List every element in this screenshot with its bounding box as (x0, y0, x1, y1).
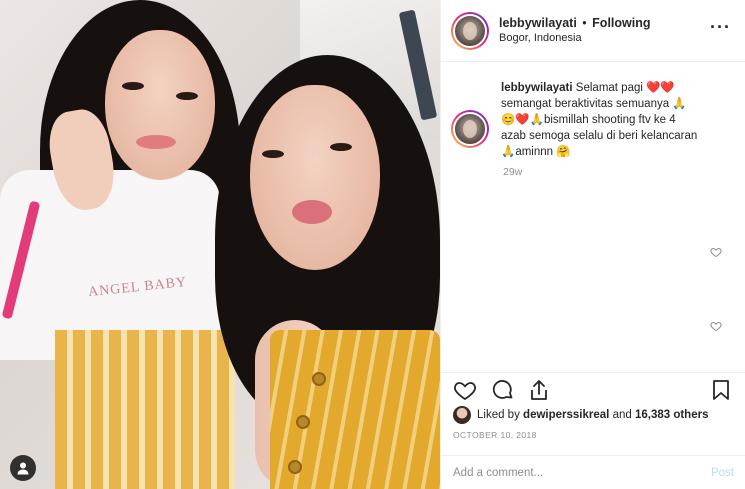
caption-line: Selamat pagi ❤️❤️ (575, 82, 675, 94)
more-horizontal-icon[interactable]: ··· (710, 18, 731, 36)
left-person-smile (136, 135, 176, 149)
likes-count[interactable]: 16,383 others (635, 409, 709, 421)
caption-text: lebbywilayati Selamat pagi ❤️❤️ semangat… (501, 80, 731, 160)
caption-username[interactable]: lebbywilayati (501, 82, 573, 94)
caption-line: 🙏aminnn 🤗 (501, 146, 571, 158)
right-person-eye (330, 143, 352, 151)
header-top-line: lebbywilayati • Following (499, 16, 651, 31)
comment-like-heart-icon[interactable] (710, 246, 722, 258)
right-person-eye (262, 150, 284, 158)
comment-like-heart-icon[interactable] (710, 320, 722, 332)
dress-button (288, 460, 302, 474)
post-comment-button[interactable]: Post (711, 467, 734, 479)
caption-line: semangat beraktivitas semuanya 🙏 (501, 98, 687, 110)
right-person-face (250, 85, 380, 270)
left-person-pants (55, 330, 235, 489)
caption-area: lebbywilayati Selamat pagi ❤️❤️ semangat… (441, 62, 745, 372)
right-person-lips (292, 200, 332, 224)
author-avatar-image (453, 13, 487, 48)
post-location[interactable]: Bogor, Indonesia (499, 31, 651, 46)
post-date[interactable]: OCTOBER 10, 2018 (453, 430, 537, 440)
liker-username[interactable]: dewiperssikreal (523, 409, 609, 421)
author-username[interactable]: lebbywilayati (499, 16, 577, 30)
left-person-eye (176, 92, 198, 100)
comment-bar: Post (441, 455, 745, 489)
bookmark-icon[interactable] (709, 378, 733, 402)
follow-status[interactable]: Following (592, 16, 650, 30)
action-bar (441, 372, 745, 406)
liker-avatar[interactable] (453, 406, 471, 424)
share-icon[interactable] (527, 378, 551, 402)
dress-button (312, 372, 326, 386)
comment-input[interactable] (453, 466, 673, 479)
caption-avatar[interactable] (451, 110, 489, 148)
header-text: lebbywilayati • Following Bogor, Indones… (499, 16, 651, 46)
comment-icon[interactable] (491, 378, 515, 402)
post-photo[interactable]: ANGEL BABY (0, 0, 440, 489)
caption-age[interactable]: 29w (503, 166, 522, 178)
likes-prefix: Liked by (477, 409, 520, 421)
likes-middle: and (612, 409, 632, 421)
dress-button (296, 415, 310, 429)
caption-avatar-image (453, 112, 487, 146)
heart-icon[interactable] (453, 378, 477, 402)
post-side-panel: lebbywilayati • Following Bogor, Indones… (440, 0, 745, 489)
user-tag-button[interactable] (10, 455, 36, 481)
likes-summary: Liked by dewiperssikreal and 16,383 othe… (453, 406, 708, 424)
header-separator: • (582, 15, 587, 30)
user-icon (17, 462, 29, 475)
post-header: lebbywilayati • Following Bogor, Indones… (441, 0, 745, 62)
left-person-eye (122, 82, 144, 90)
left-person-face (105, 30, 215, 180)
caption-line: azab semoga selalu di beri kelancaran (501, 130, 698, 142)
caption-comment: lebbywilayati Selamat pagi ❤️❤️ semangat… (451, 80, 731, 160)
caption-line: 😊❤️🙏bismillah shooting ftv ke 4 (501, 114, 676, 126)
author-avatar[interactable] (451, 11, 489, 50)
